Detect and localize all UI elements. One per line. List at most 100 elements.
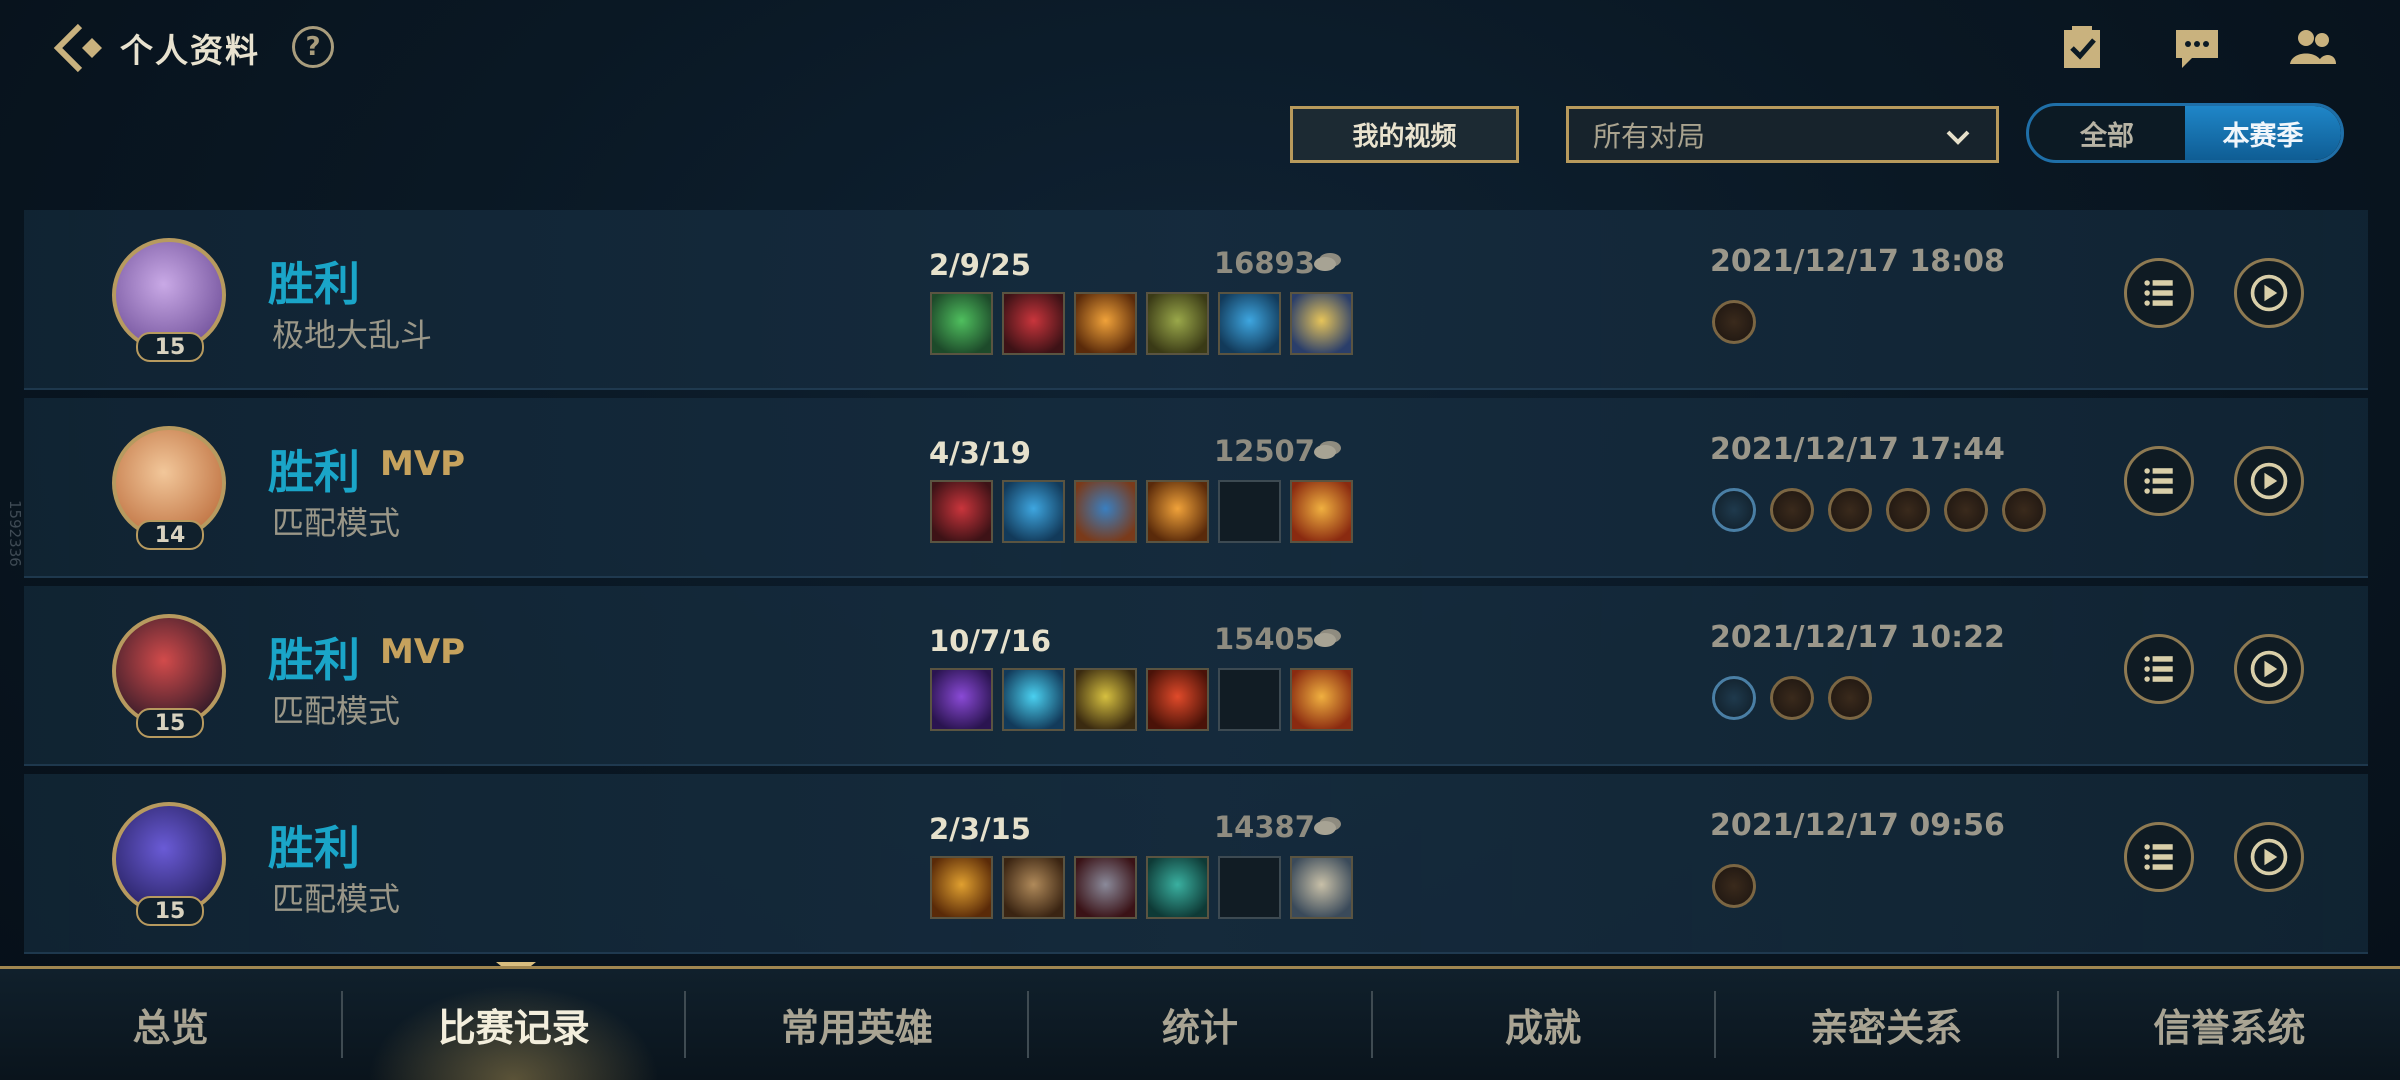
gold-coin-icon [1314, 817, 1341, 835]
gold-amount: 12507 [1214, 434, 1315, 468]
back-arrow-icon [53, 23, 102, 73]
empty-item-slot[interactable] [1218, 668, 1281, 731]
nav-tab[interactable]: 比赛记录 [343, 969, 685, 1080]
match-row[interactable]: 15 胜利 匹配模式 2/3/15 14387 2021/12/17 09:56 [24, 774, 2368, 954]
item-icon[interactable] [1146, 292, 1209, 355]
match-timestamp: 2021/12/17 18:08 [1710, 244, 2005, 279]
item-icon[interactable] [1074, 856, 1137, 919]
honor-badges [1712, 300, 1756, 344]
item-icon[interactable] [1290, 292, 1353, 355]
nav-tab[interactable]: 统计 [1029, 969, 1370, 1080]
match-details-button[interactable] [2124, 258, 2194, 328]
champion-level: 15 [136, 896, 204, 926]
kda: 10/7/16 [929, 624, 1052, 658]
item-icon[interactable] [930, 480, 993, 543]
item-icon[interactable] [1074, 480, 1137, 543]
match-details-button[interactable] [2124, 822, 2194, 892]
friends-icon[interactable] [2288, 24, 2338, 72]
item-icon[interactable] [1002, 668, 1065, 731]
nav-tab[interactable]: 常用英雄 [686, 969, 1027, 1080]
match-timestamp: 2021/12/17 10:22 [1710, 620, 2005, 655]
nav-tab[interactable]: 总览 [0, 969, 341, 1080]
item-icon[interactable] [1146, 668, 1209, 731]
nav-tab[interactable]: 信誉系统 [2059, 969, 2400, 1080]
achievement-badge-icon [1770, 488, 1814, 532]
item-icon[interactable] [930, 668, 993, 731]
achievement-badge-icon [1712, 864, 1756, 908]
honor-badges [1712, 676, 1872, 720]
honor-badges [1712, 488, 2046, 532]
toggle-current-season[interactable]: 本赛季 [2185, 106, 2341, 160]
mvp-label: MVP [380, 632, 466, 672]
item-icon[interactable] [1290, 856, 1353, 919]
item-icon[interactable] [1146, 480, 1209, 543]
item-slots [930, 292, 1353, 355]
replay-button[interactable] [2234, 634, 2304, 704]
achievement-badge-icon [1712, 676, 1756, 720]
item-icon[interactable] [1002, 292, 1065, 355]
toggle-all[interactable]: 全部 [2029, 106, 2185, 160]
chevron-down-icon [1946, 130, 1970, 145]
side-id-text: 1592336 [6, 500, 24, 567]
match-row[interactable]: 15 胜利 MVP 匹配模式 10/7/16 15405 2021/12/17 … [24, 586, 2368, 766]
gold-amount: 15405 [1214, 622, 1315, 656]
empty-item-slot[interactable] [1218, 856, 1281, 919]
kda: 2/9/25 [929, 248, 1031, 282]
match-row[interactable]: 15 胜利 极地大乱斗 2/9/25 16893 2021/12/17 18:0… [24, 210, 2368, 390]
achievement-badge-icon [1886, 488, 1930, 532]
match-result: 胜利 [268, 257, 360, 311]
back-button[interactable] [48, 20, 108, 76]
gold-amount: 14387 [1214, 810, 1315, 844]
gold-coin-icon [1314, 441, 1341, 459]
mvp-label: MVP [380, 444, 466, 484]
gold-coin-icon [1314, 629, 1341, 647]
item-icon[interactable] [930, 856, 993, 919]
match-timestamp: 2021/12/17 09:56 [1710, 808, 2005, 843]
checklist-icon[interactable] [2058, 24, 2108, 72]
item-slots [930, 668, 1353, 731]
achievement-badge-icon [1712, 488, 1756, 532]
match-details-button[interactable] [2124, 446, 2194, 516]
chat-icon[interactable] [2172, 24, 2222, 72]
item-icon[interactable] [1290, 668, 1353, 731]
match-details-button[interactable] [2124, 634, 2194, 704]
game-mode: 匹配模式 [272, 880, 401, 918]
achievement-badge-icon [1712, 300, 1756, 344]
achievement-badge-icon [1770, 676, 1814, 720]
season-toggle[interactable]: 全部 本赛季 [2026, 103, 2344, 163]
achievement-badge-icon [1944, 488, 1988, 532]
replay-button[interactable] [2234, 446, 2304, 516]
replay-button[interactable] [2234, 258, 2304, 328]
match-row[interactable]: 14 胜利 MVP 匹配模式 4/3/19 12507 2021/12/17 1… [24, 398, 2368, 578]
honor-badges [1712, 864, 1756, 908]
item-icon[interactable] [1002, 480, 1065, 543]
page-title: 个人资料 [120, 31, 260, 70]
item-icon[interactable] [1218, 292, 1281, 355]
match-result: 胜利 [268, 633, 360, 687]
item-slots [930, 856, 1353, 919]
item-slots [930, 480, 1353, 543]
nav-tab[interactable]: 亲密关系 [1716, 969, 2057, 1080]
item-icon[interactable] [1074, 292, 1137, 355]
help-icon[interactable]: ? [292, 26, 334, 68]
item-icon[interactable] [1290, 480, 1353, 543]
gold-amount: 16893 [1214, 246, 1315, 280]
my-videos-button[interactable]: 我的视频 [1290, 106, 1519, 163]
achievement-badge-icon [1828, 676, 1872, 720]
kda: 4/3/19 [929, 436, 1031, 470]
kda: 2/3/15 [929, 812, 1031, 846]
item-icon[interactable] [930, 292, 993, 355]
game-mode: 匹配模式 [272, 692, 401, 730]
champion-level: 14 [136, 520, 204, 550]
nav-tab[interactable]: 成就 [1373, 969, 1714, 1080]
item-icon[interactable] [1002, 856, 1065, 919]
empty-item-slot[interactable] [1218, 480, 1281, 543]
achievement-badge-icon [1828, 488, 1872, 532]
champion-level: 15 [136, 332, 204, 362]
item-icon[interactable] [1074, 668, 1137, 731]
item-icon[interactable] [1146, 856, 1209, 919]
replay-button[interactable] [2234, 822, 2304, 892]
game-mode: 极地大乱斗 [272, 316, 433, 354]
queue-select[interactable]: 所有对局 [1566, 106, 1999, 163]
match-result: 胜利 [268, 821, 360, 875]
